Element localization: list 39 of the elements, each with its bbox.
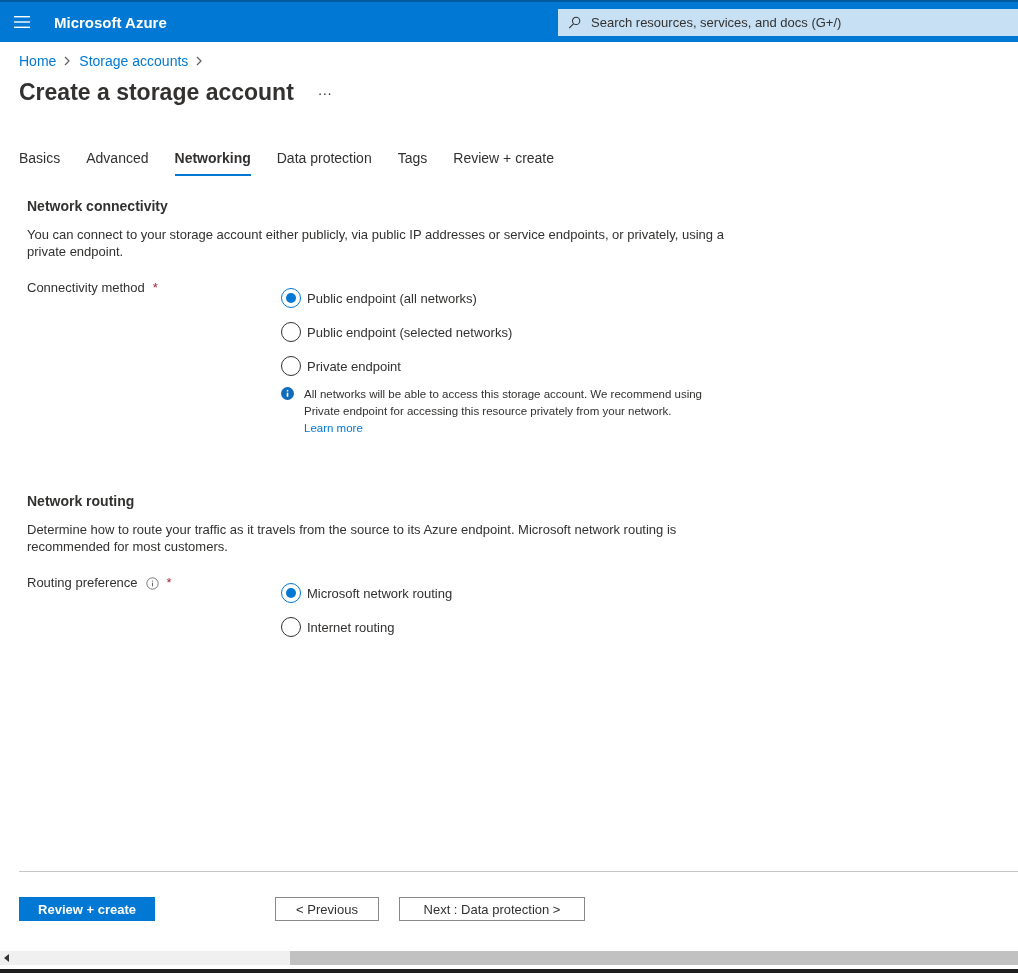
brand-name: Microsoft Azure [54, 13, 167, 31]
review-create-button[interactable]: Review + create [19, 897, 155, 921]
info-icon[interactable] [145, 577, 159, 590]
section-description: You can connect to your storage account either publicly, via public IP addresses or service endpoints, or privately, using a private endpoint. [27, 226, 725, 260]
info-note: All networks will be able to access this storage account. We recommend using Private endpoint for accessing this resource privately from your network. Learn more [304, 387, 703, 436]
tab[interactable]: Advanced [86, 144, 149, 176]
option-label: Internet routing [307, 619, 395, 635]
menu-icon [14, 16, 30, 28]
option-label: Public endpoint (selected networks) [307, 324, 513, 340]
page-title: Create a storage account [19, 79, 294, 106]
tab[interactable]: Review + create [453, 144, 555, 176]
breadcrumb-link[interactable]: Storage accounts [79, 53, 189, 69]
previous-button[interactable]: < Previous [275, 897, 379, 921]
next-button[interactable]: Next : Data protection > [399, 897, 585, 921]
more-button[interactable]: ··· [317, 84, 332, 101]
search-bar[interactable]: Search resources, services, and docs (G+/) [558, 8, 1018, 36]
learn-more-link[interactable]: Learn more [304, 422, 363, 434]
option-label: Public endpoint (all networks) [307, 290, 477, 306]
section-description: Determine how to route your traffic as it travels from the source to its Azure endpoint. Microsoft network routing is recommended for most customers. [27, 521, 678, 555]
search-icon [568, 15, 581, 29]
menu-button[interactable] [14, 16, 30, 28]
tab[interactable]: Data protection [276, 144, 372, 176]
section-heading: Network routing [27, 493, 136, 509]
field-label: Connectivity method [27, 280, 145, 295]
info-icon [281, 387, 294, 400]
field-label: Routing preference [27, 575, 138, 590]
search-field[interactable]: Search resources, services, and docs (G+/) [589, 13, 1018, 31]
breadcrumb-link[interactable]: Home [19, 53, 57, 69]
required-mark: * [152, 280, 158, 295]
section-heading: Network connectivity [27, 198, 169, 214]
tab[interactable]: Networking [174, 144, 251, 176]
tab[interactable]: Tags [397, 144, 428, 176]
option-label: Private endpoint [307, 358, 401, 374]
chevron-icon [196, 55, 204, 66]
chevron-icon [64, 55, 72, 66]
option-label: Microsoft network routing [307, 585, 453, 601]
required-mark: * [166, 575, 172, 590]
scroll-left-icon [4, 954, 9, 962]
tab[interactable]: Basics [19, 144, 61, 176]
